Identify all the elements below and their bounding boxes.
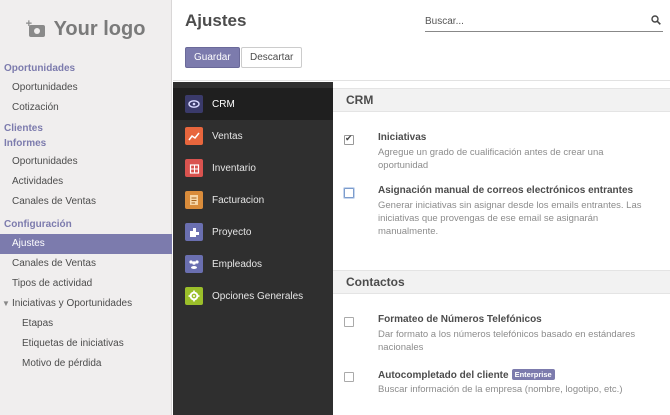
setting-description: Dar formato a los números telefónicos ba… xyxy=(378,329,636,353)
app-tab-crm[interactable]: CRM xyxy=(173,88,333,120)
sidebar-menu: Oportunidades Oportunidades Cotización C… xyxy=(0,60,172,374)
asignacion-manual-checkbox[interactable] xyxy=(344,188,354,198)
app-label: Inventario xyxy=(212,162,256,174)
section-oportunidades: Oportunidades xyxy=(4,63,76,74)
app-tab-ventas[interactable]: Ventas xyxy=(173,120,333,152)
page-title: Ajustes xyxy=(185,11,247,30)
project-puzzle-icon xyxy=(185,223,203,241)
setting-name: Formateo de Números Telefónicos xyxy=(378,314,542,325)
app-label: Opciones Generales xyxy=(212,290,304,302)
setting-name: Autocompletado del cliente xyxy=(378,370,509,381)
left-sidebar: + Your logo Oportunidades Oportunidades … xyxy=(0,0,172,415)
app-tab-opciones-generales[interactable]: Opciones Generales xyxy=(173,280,333,312)
section-informes: Informes xyxy=(4,138,47,149)
inventory-box-icon xyxy=(185,159,203,177)
camera-plus-icon: + xyxy=(26,18,48,38)
company-logo[interactable]: + Your logo xyxy=(0,0,171,58)
search-icon[interactable] xyxy=(651,15,661,25)
app-label: CRM xyxy=(212,98,235,110)
logo-text: Your logo xyxy=(53,17,146,40)
setting-name: Asignación manual de correos electrónico… xyxy=(378,185,634,196)
app-tab-inventario[interactable]: Inventario xyxy=(173,152,333,184)
setting-name: Iniciativas xyxy=(378,132,427,143)
save-button[interactable]: Guardar xyxy=(185,47,240,68)
setting-description: Generar iniciativas sin asignar desde lo… xyxy=(378,200,642,237)
app-tab-proyecto[interactable]: Proyecto xyxy=(173,216,333,248)
section-title-contactos: Contactos xyxy=(333,270,670,294)
app-label: Facturacion xyxy=(212,194,265,206)
setting-description: Buscar información de la empresa (nombre… xyxy=(378,384,623,395)
sidebar-item-oportunidades[interactable]: Oportunidades xyxy=(0,78,172,98)
general-settings-gear-icon xyxy=(185,287,203,305)
employees-icon xyxy=(185,255,203,273)
app-label: Proyecto xyxy=(212,226,252,238)
setting-description: Agregue un grado de cualificación antes … xyxy=(378,147,604,171)
discard-button[interactable]: Descartar xyxy=(241,47,303,68)
setting-name-wrap: Autocompletado del cliente Enterprise xyxy=(378,369,555,381)
settings-content: CRM Iniciativas Agregue un grado de cual… xyxy=(333,82,670,415)
section-configuracion: Configuración xyxy=(4,219,72,230)
sidebar-item-ajustes[interactable]: Ajustes xyxy=(0,234,172,254)
crm-handshake-icon xyxy=(185,95,203,113)
app-tab-empleados[interactable]: Empleados xyxy=(173,248,333,280)
enterprise-badge: Enterprise xyxy=(511,369,555,380)
sidebar-item-informes-oportunidades[interactable]: Oportunidades xyxy=(0,152,172,172)
sidebar-item-etiquetas[interactable]: Etiquetas de iniciativas xyxy=(0,334,172,354)
sidebar-item-motivo-perdida[interactable]: Motivo de pérdida xyxy=(0,354,172,374)
app-tab-facturacion[interactable]: Facturacion xyxy=(173,184,333,216)
app-label: Ventas xyxy=(212,130,243,142)
settings-app-list: CRM Ventas Inventario Facturacion Proyec… xyxy=(173,82,333,415)
invoice-icon xyxy=(185,191,203,209)
section-clientes[interactable]: Clientes xyxy=(0,122,172,136)
sidebar-item-actividades[interactable]: Actividades xyxy=(0,172,172,192)
formateo-telefonos-checkbox[interactable] xyxy=(344,317,354,327)
search-box xyxy=(425,12,663,32)
sidebar-item-canales-config[interactable]: Canales de Ventas xyxy=(0,254,172,274)
sales-chart-icon xyxy=(185,127,203,145)
sidebar-item-etapas[interactable]: Etapas xyxy=(0,314,172,334)
sidebar-item-canales-informes[interactable]: Canales de Ventas xyxy=(0,192,172,212)
section-title-crm: CRM xyxy=(333,88,670,112)
iniciativas-checkbox[interactable] xyxy=(344,133,354,145)
app-label: Empleados xyxy=(212,258,263,270)
caret-down-icon: ▼ xyxy=(2,299,10,308)
sidebar-item-iniciativas-oportunidades[interactable]: ▼ Iniciativas y Oportunidades xyxy=(0,294,172,314)
search-input[interactable] xyxy=(425,12,635,30)
sidebar-item-cotizacion[interactable]: Cotización xyxy=(0,98,172,118)
control-panel: Ajustes Guardar Descartar xyxy=(173,0,670,81)
sidebar-item-tipos-actividad[interactable]: Tipos de actividad xyxy=(0,274,172,294)
autocompletado-checkbox[interactable] xyxy=(344,372,354,382)
sidebar-item-label: Iniciativas y Oportunidades xyxy=(12,298,133,309)
